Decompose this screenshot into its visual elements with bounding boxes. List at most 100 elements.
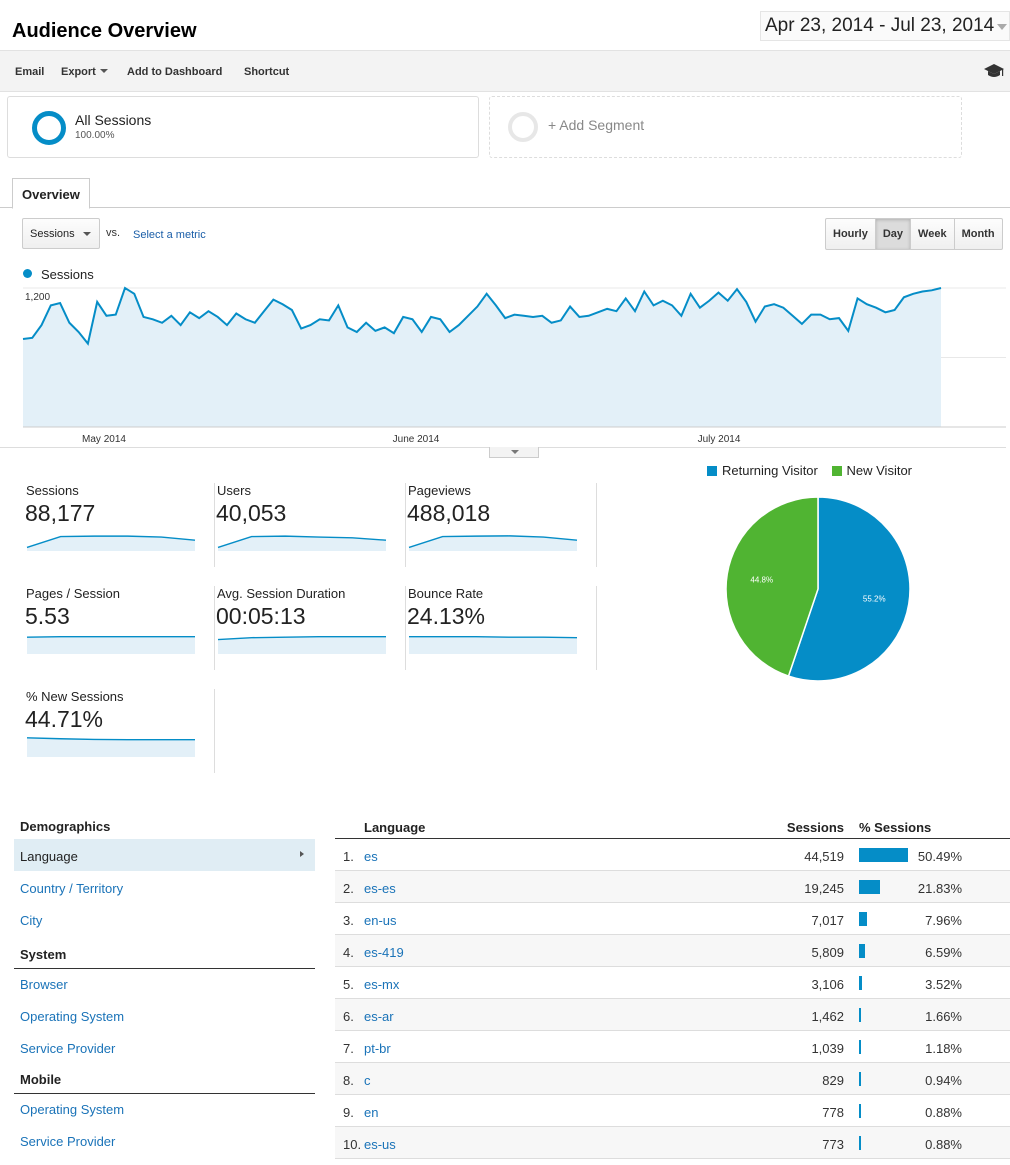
y-tick-label: 1,200	[25, 292, 50, 303]
scorecard-label: Users	[217, 483, 251, 498]
sessions-line-chart[interactable]: 6001,200May 2014June 2014July 2014	[0, 282, 1010, 447]
table-row[interactable]: 3. en-us 7,017 7.96%	[335, 903, 1010, 935]
share-bar	[859, 1136, 861, 1150]
email-button[interactable]: Email	[15, 66, 44, 78]
graduation-cap-icon[interactable]	[984, 63, 1004, 79]
table-row[interactable]: 5. es-mx 3,106 3.52%	[335, 967, 1010, 999]
x-tick-label: May 2014	[82, 434, 126, 445]
pie-slice-label: 44.8%	[750, 576, 773, 585]
scorecard-label: Bounce Rate	[408, 586, 484, 601]
pct-sessions-value: 21.83%	[917, 881, 962, 896]
nav-item[interactable]: Operating System	[14, 1092, 315, 1124]
sessions-value: 829	[822, 1073, 844, 1088]
chart-expand-button[interactable]	[489, 447, 539, 458]
scorecard-sparkline	[26, 737, 195, 757]
table-body: 1. es 44,519 50.49% 2. es-es 19,245 21.83% 3. en-…	[335, 839, 1010, 1159]
period-hourly-button[interactable]: Hourly	[826, 219, 875, 249]
period-week-button[interactable]: Week	[910, 219, 954, 249]
pct-sessions-value: 0.88%	[925, 1137, 962, 1152]
period-day-button[interactable]: Day	[874, 219, 911, 249]
table-row[interactable]: 4. es-419 5,809 6.59%	[335, 935, 1010, 967]
scorecard[interactable]: Sessions 88,177	[24, 483, 215, 567]
nav-item[interactable]: City	[14, 903, 315, 935]
column-language[interactable]: Language	[364, 820, 425, 835]
nav-item[interactable]: Service Provider	[14, 1124, 315, 1156]
table-row[interactable]: 1. es 44,519 50.49%	[335, 839, 1010, 871]
language-link[interactable]: c	[364, 1073, 371, 1088]
chevron-right-icon	[300, 851, 304, 857]
date-range-label: Apr 23, 2014 - Jul 23, 2014	[765, 15, 995, 36]
sparkline-area	[27, 737, 195, 757]
language-link[interactable]: es-ar	[364, 1009, 394, 1024]
pie-legend: Returning Visitor New Visitor	[707, 463, 912, 478]
table-row[interactable]: 10. es-us 773 0.88%	[335, 1127, 1010, 1159]
visitor-pie-chart[interactable]: 55.2% 44.8%	[718, 490, 918, 690]
scorecard-sparkline	[26, 535, 196, 551]
nav-item[interactable]: Country / Territory	[14, 871, 315, 903]
pct-sessions-value: 0.94%	[925, 1073, 962, 1088]
page-title: Audience Overview	[12, 20, 197, 42]
table-row[interactable]: 9. en 778 0.88%	[335, 1095, 1010, 1127]
nav-item[interactable]: Language	[14, 839, 315, 871]
language-link[interactable]: es-es	[364, 881, 396, 896]
metric-select[interactable]: Sessions	[22, 218, 100, 249]
table-row[interactable]: 2. es-es 19,245 21.83%	[335, 871, 1010, 903]
language-link[interactable]: es-419	[364, 945, 404, 960]
sessions-value: 7,017	[811, 913, 844, 928]
shortcut-button[interactable]: Shortcut	[244, 66, 289, 78]
segment-all-sessions[interactable]: All Sessions 100.00%	[7, 96, 479, 158]
scorecard[interactable]: Users 40,053	[215, 483, 406, 567]
nav-item-label: Service Provider	[20, 1134, 116, 1149]
table-row[interactable]: 7. pt-br 1,039 1.18%	[335, 1031, 1010, 1063]
export-label: Export	[61, 66, 96, 78]
segment-label: All Sessions	[75, 112, 152, 128]
nav-item[interactable]: Browser	[14, 967, 315, 999]
scorecard[interactable]: Bounce Rate 24.13%	[406, 586, 597, 670]
table-row[interactable]: 8. c 829 0.94%	[335, 1063, 1010, 1095]
language-link[interactable]: es-mx	[364, 977, 399, 992]
scorecard[interactable]: Avg. Session Duration 00:05:13	[215, 586, 406, 670]
sparkline-area	[218, 636, 386, 654]
add-to-dashboard-button[interactable]: Add to Dashboard	[127, 66, 222, 78]
vs-label: vs.	[106, 227, 121, 239]
period-month-button[interactable]: Month	[953, 219, 1002, 249]
tab-overview[interactable]: Overview	[12, 178, 90, 209]
share-bar	[859, 1104, 861, 1118]
column-sessions[interactable]: Sessions	[787, 820, 844, 835]
share-bar	[859, 1040, 861, 1054]
language-link[interactable]: en	[364, 1105, 378, 1120]
add-segment-button[interactable]: + Add Segment	[489, 96, 962, 158]
language-link[interactable]: en-us	[364, 913, 397, 928]
sessions-value: 5,809	[811, 945, 844, 960]
date-range-picker[interactable]: Apr 23, 2014 - Jul 23, 2014	[760, 11, 1010, 41]
scorecard-sparkline	[408, 535, 578, 551]
segment-ring-icon	[32, 111, 66, 145]
nav-section-title: System	[14, 947, 315, 969]
scorecard-label: Avg. Session Duration	[217, 586, 346, 601]
nav-item[interactable]: Operating System	[14, 999, 315, 1031]
nav-section-title: Mobile	[14, 1072, 315, 1094]
scorecard[interactable]: Pageviews 488,018	[406, 483, 597, 567]
sparkline-area	[409, 636, 577, 654]
language-link[interactable]: es	[364, 849, 378, 864]
nav-item-label: Language	[20, 849, 78, 864]
pct-sessions-value: 7.96%	[925, 913, 962, 928]
nav-item[interactable]: Service Provider	[14, 1031, 315, 1063]
language-link[interactable]: es-us	[364, 1137, 396, 1152]
scorecard[interactable]: Pages / Session 5.53	[24, 586, 215, 670]
language-link[interactable]: pt-br	[364, 1041, 391, 1056]
select-metric-link[interactable]: Select a metric	[133, 229, 206, 241]
scorecard[interactable]: % New Sessions 44.71%	[24, 689, 215, 773]
sessions-value: 1,039	[811, 1041, 844, 1056]
column-pct-sessions[interactable]: % Sessions	[859, 820, 931, 835]
pct-sessions-value: 3.52%	[925, 977, 962, 992]
scorecard-label: % New Sessions	[26, 689, 124, 704]
metric-select-value: Sessions	[30, 228, 75, 240]
scorecard-sparkline	[217, 535, 387, 551]
scorecard-sparkline	[217, 636, 386, 654]
export-menu[interactable]: Export	[61, 66, 108, 78]
sessions-value: 778	[822, 1105, 844, 1120]
sessions-value: 19,245	[804, 881, 844, 896]
pie-legend-returning: Returning Visitor	[722, 463, 818, 478]
table-row[interactable]: 6. es-ar 1,462 1.66%	[335, 999, 1010, 1031]
